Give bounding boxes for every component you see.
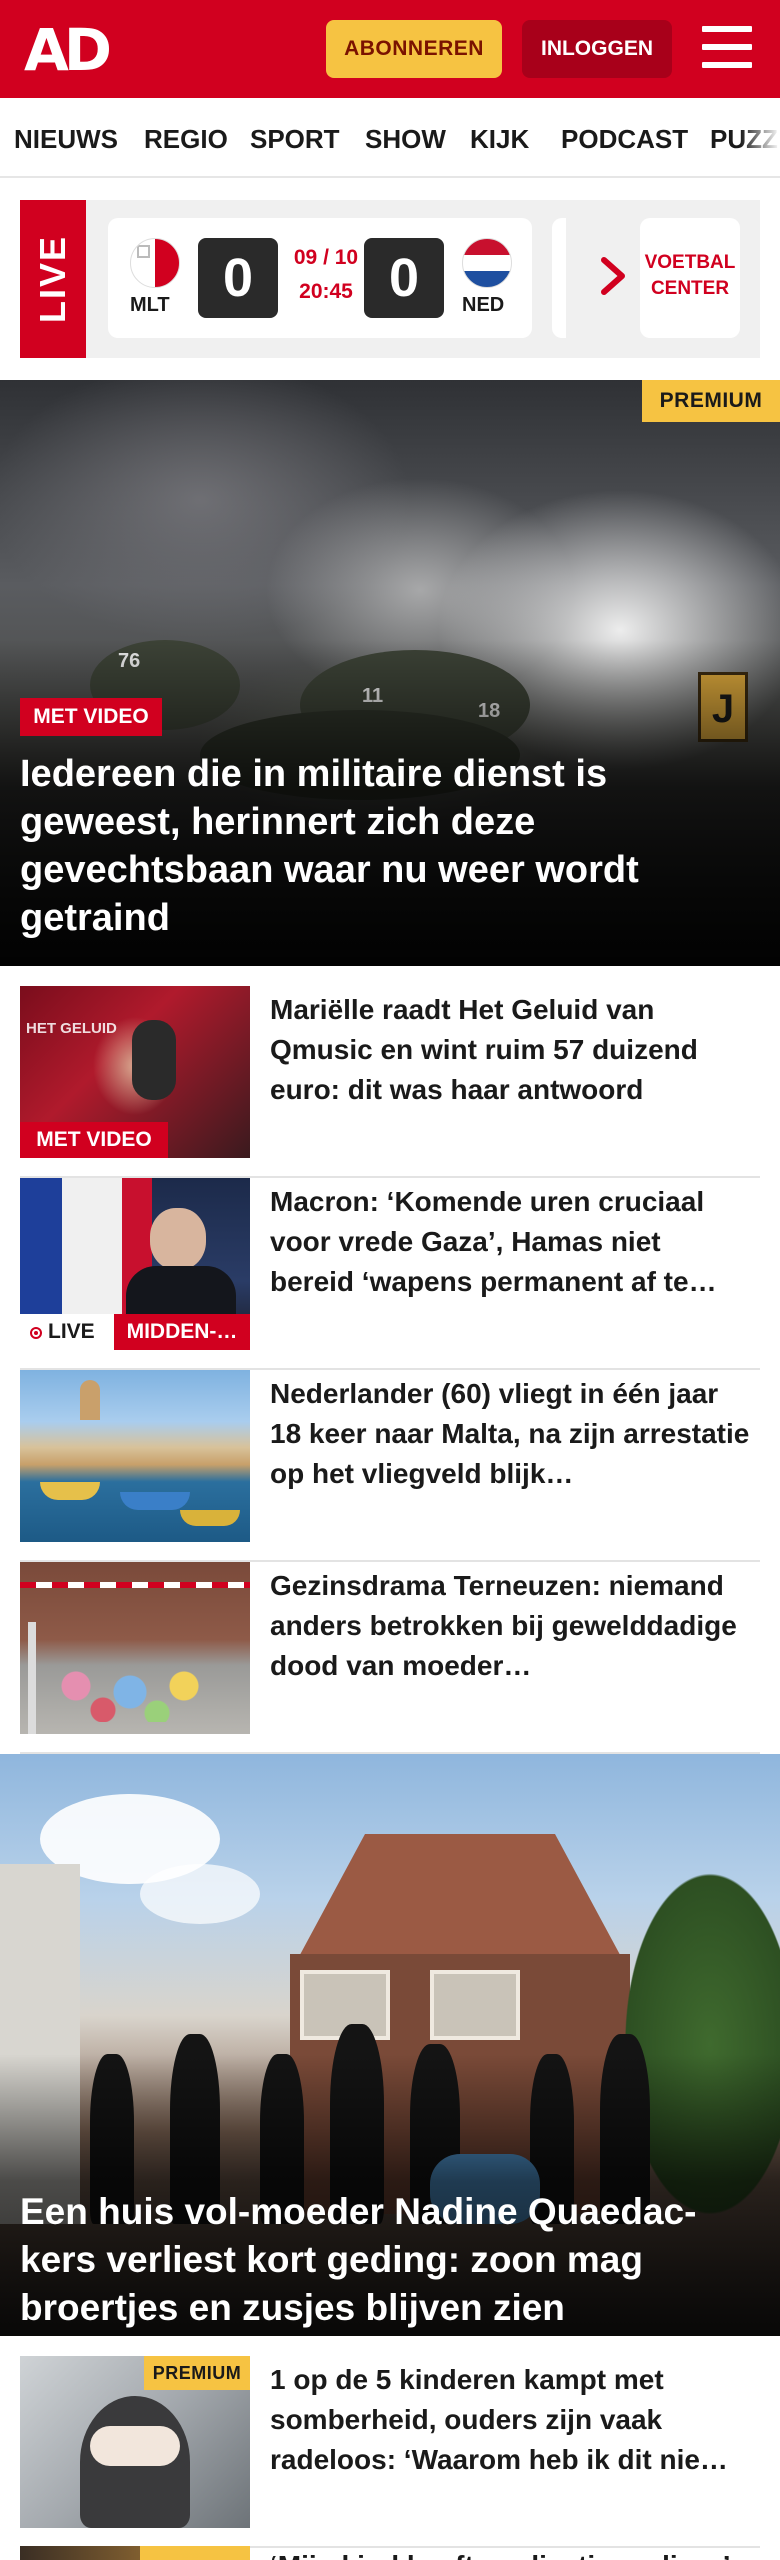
nav-item-regio[interactable]: REGIO — [144, 124, 228, 155]
article-thumbnail — [20, 1562, 250, 1734]
thumb-face — [150, 1208, 206, 1270]
thumb-caption: HET GELUID — [26, 1020, 117, 1037]
home-team-code: MLT — [130, 294, 170, 316]
premium-badge: PREMIUM — [642, 380, 780, 422]
hero-window — [430, 1970, 520, 2040]
chevron-right-icon[interactable] — [596, 254, 630, 298]
ad-logo[interactable]: AD — [24, 21, 112, 79]
thumb-police-tape — [20, 1582, 250, 1588]
article-item[interactable]: LIVE MIDDEN-… Macron: ‘Komende uren cruc… — [20, 1178, 760, 1370]
nav-item-show[interactable]: SHOW — [365, 124, 446, 155]
hamburger-menu-icon[interactable] — [700, 22, 754, 74]
subscribe-button[interactable]: ABONNEREN — [326, 20, 502, 78]
article-title[interactable]: Macron: ‘Komende uren cruciaal voor vred… — [270, 1182, 750, 1302]
netherlands-flag-icon — [462, 238, 512, 288]
home-score: 0 — [198, 238, 278, 318]
nav-fade — [740, 98, 780, 176]
article-title[interactable]: 1 op de 5 kinderen kampt met somberheid,… — [270, 2360, 750, 2480]
section-nav: NIEUWS REGIO SPORT SHOW KIJK PODCAST PUZ… — [0, 98, 780, 178]
nav-item-podcast[interactable]: PODCAST — [561, 124, 688, 155]
thumb-flowers — [40, 1662, 220, 1722]
live-badge: LIVE — [20, 1314, 114, 1350]
article-title[interactable]: Mariëlle raadt Het Geluid van Qmusic en … — [270, 990, 750, 1110]
article-thumbnail: PREMIUM — [20, 2356, 250, 2528]
live-dot-icon — [30, 1327, 42, 1339]
section-tag: MIDDEN-… — [114, 1314, 250, 1350]
hero-article-family[interactable]: Een huis vol-moeder Nadine Quaedac-kers … — [0, 1754, 780, 2336]
nav-item-kijk[interactable]: KIJK — [470, 124, 529, 155]
article-item[interactable]: PREMIUM 1 op de 5 kinderen kampt met som… — [20, 2356, 760, 2548]
hero-roof — [300, 1834, 620, 1954]
thumb-pole — [28, 1622, 36, 1734]
hero-headline[interactable]: Iedereen die in militaire dienst is gewe… — [20, 750, 750, 942]
thumb-boat — [40, 1482, 100, 1500]
away-score: 0 — [364, 238, 444, 318]
live-badge-label: LIVE — [48, 1320, 95, 1343]
article-title[interactable]: Gezinsdrama Terneuzen: niemand anders be… — [270, 1566, 750, 1686]
voetbal-center-label: VOETBAL CENTER — [644, 252, 736, 299]
article-thumbnail: LIVE MIDDEN-… — [20, 1178, 250, 1350]
nav-item-nieuws[interactable]: NIEUWS — [14, 124, 118, 155]
thumb-dome — [80, 1380, 100, 1420]
met-video-tag: MET VIDEO — [20, 1122, 168, 1158]
nav-item-sport[interactable]: SPORT — [250, 124, 340, 155]
hero-headline[interactable]: Een huis vol-moeder Nadine Quaedac-kers … — [20, 2188, 770, 2332]
premium-badge — [140, 2546, 250, 2560]
flag-fr-white — [62, 1178, 122, 1314]
article-item[interactable]: Nederlander (60) vliegt in één jaar 18 k… — [20, 1370, 760, 1562]
away-team-code: NED — [462, 294, 505, 316]
flag-eu — [20, 1178, 62, 1314]
thumb-figure — [132, 1020, 176, 1100]
site-header: AD ABONNEREN INLOGGEN — [0, 0, 780, 98]
thumb-boat — [180, 1510, 240, 1526]
malta-flag-icon — [130, 238, 180, 288]
voetbal-center-link[interactable]: VOETBAL CENTER — [640, 218, 740, 338]
live-label: LIVE — [20, 200, 86, 358]
premium-badge: PREMIUM — [144, 2356, 250, 2390]
match-time: 20:45 — [299, 280, 353, 303]
thumb-arms — [90, 2426, 180, 2466]
match-date: 09 / 10 — [293, 246, 359, 269]
article-thumbnail — [20, 1370, 250, 1542]
match-card[interactable]: MLT 0 09 / 10 20:45 0 NED — [108, 218, 532, 338]
met-video-tag: MET VIDEO — [20, 698, 162, 736]
article-item[interactable]: Gezinsdrama Terneuzen: niemand anders be… — [20, 1562, 760, 1754]
next-match-card[interactable] — [552, 218, 566, 338]
login-button[interactable]: INLOGGEN — [522, 20, 672, 78]
article-item[interactable]: HET GELUID MET VIDEO Mariëlle raadt Het … — [20, 986, 760, 1178]
article-thumbnail: HET GELUID MET VIDEO — [20, 986, 250, 1158]
live-scores-bar: LIVE MLT 0 09 / 10 20:45 0 NED VOETBAL C… — [20, 200, 760, 358]
article-title[interactable]: ‘Mijn kind heeft medicatie nodig…’ — [270, 2546, 750, 2560]
article-title[interactable]: Nederlander (60) vliegt in één jaar 18 k… — [270, 1374, 750, 1494]
hero-article-military[interactable]: J 761118 PREMIUM MET VIDEO Iedereen die … — [0, 380, 780, 966]
hero-cloud — [140, 1864, 260, 1924]
thumb-boat — [120, 1492, 190, 1510]
